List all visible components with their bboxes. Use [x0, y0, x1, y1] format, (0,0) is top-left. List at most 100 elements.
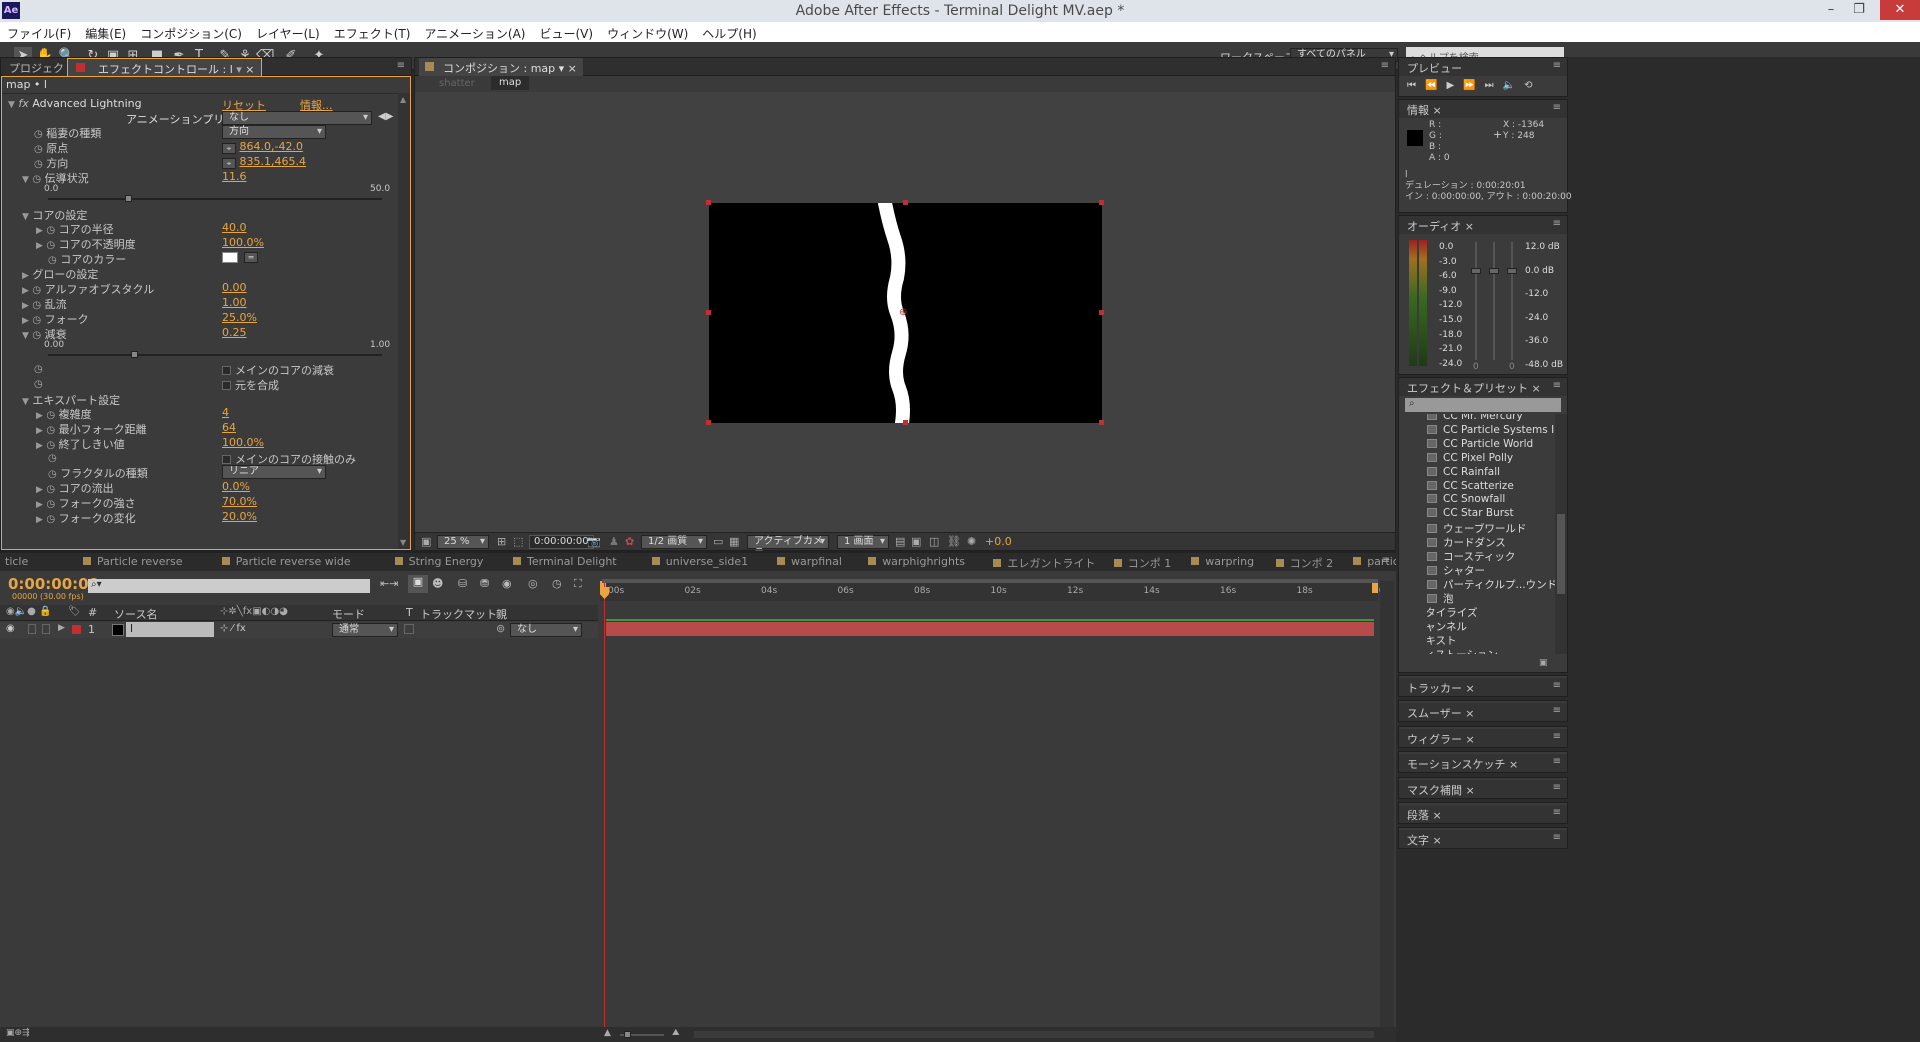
draft-3d-icon[interactable]: ▣	[408, 575, 428, 593]
stopwatch-icon[interactable]: ◷	[46, 425, 55, 436]
kind-dropdown[interactable]: 方向	[222, 125, 326, 139]
panel-menu-icon[interactable]: ≡	[1553, 218, 1561, 229]
expand-triangle-icon[interactable]: ▶	[22, 271, 29, 281]
fork-var-value[interactable]: 20.0%	[222, 510, 257, 525]
panel-menu-icon[interactable]: ≡	[1553, 60, 1561, 71]
panel-menu-icon[interactable]: ≡	[1553, 380, 1561, 391]
first-frame-icon[interactable]: ⏮	[1407, 80, 1425, 91]
timeline-tab[interactable]: Terminal Delight	[508, 553, 622, 571]
collapsed-panel[interactable]: 段落 × ≡	[1398, 802, 1568, 824]
main-core-only-checkbox[interactable]	[222, 455, 231, 464]
panel-menu-icon[interactable]: ≡	[1553, 832, 1561, 843]
expand-triangle-icon[interactable]: ▶	[22, 286, 29, 296]
layer-handle[interactable]	[706, 310, 711, 315]
effect-list-item[interactable]: CC Mr. Mercury	[1427, 414, 1523, 424]
panel-menu-icon[interactable]: ≡	[1381, 60, 1389, 71]
conduct-slider[interactable]	[48, 195, 382, 202]
timeline-search-input[interactable]: ⌕▾	[88, 579, 370, 593]
restore-icon[interactable]: ❐	[1846, 0, 1872, 20]
parent-dropdown[interactable]: なし	[510, 623, 582, 637]
expand-triangle-icon[interactable]: ▼	[22, 331, 29, 341]
core-color-swatch[interactable]	[222, 252, 238, 263]
fx-icon[interactable]: fx	[18, 97, 28, 110]
stopwatch-icon[interactable]: ◷	[34, 144, 43, 155]
scrollbar[interactable]: ▲ ▼	[398, 93, 410, 549]
close-icon[interactable]: ✕	[1880, 0, 1920, 20]
comp-canvas[interactable]: ⊕	[706, 200, 1104, 425]
mask-icon[interactable]: ⬚	[513, 535, 523, 548]
stopwatch-icon[interactable]: ◷	[48, 469, 57, 480]
scroll-down-icon[interactable]: ▼	[400, 538, 406, 547]
layer-switches-icon[interactable]: ⊹ ⁄ fx	[220, 623, 246, 634]
stopwatch-icon[interactable]: ◷	[32, 285, 41, 296]
views-dropdown[interactable]: 1 画面	[837, 535, 889, 549]
loop-icon[interactable]: ⟲	[1524, 80, 1541, 91]
stopwatch-icon[interactable]: ◷	[46, 410, 55, 421]
chevron-down-icon[interactable]: ▾	[236, 63, 242, 76]
region-icon[interactable]: ▭	[713, 535, 723, 548]
effect-list-item[interactable]: カードダンス	[1427, 535, 1506, 549]
solo-toggle[interactable]	[42, 624, 50, 634]
toggle-pixel-icon[interactable]: ▤	[895, 535, 905, 548]
effect-list-item[interactable]: CC Rainfall	[1427, 466, 1500, 480]
collapsed-panel[interactable]: 文字 × ≡	[1398, 827, 1568, 850]
zoom-in-icon[interactable]: ⛰	[672, 1028, 680, 1038]
tab-composition[interactable]: コンポジション : map ▾ ×	[419, 58, 583, 76]
transparency-grid-icon[interactable]: ▦	[729, 535, 739, 548]
fader-knob[interactable]	[1471, 268, 1481, 274]
close-tab-icon[interactable]: ×	[568, 62, 577, 75]
crumb-shatter[interactable]: shatter	[439, 78, 475, 89]
graph-editor-icon[interactable]: ◎	[528, 577, 538, 590]
decay-value[interactable]: 0.25	[222, 326, 247, 341]
alpha-value[interactable]: 0.00	[222, 281, 247, 296]
core-group-row[interactable]: ▼ コアの設定	[22, 207, 87, 222]
expand-triangle-icon[interactable]: ▶	[36, 226, 43, 236]
preset-nav-arrows-icon[interactable]: ◀▶	[378, 111, 393, 126]
frame-blend-icon[interactable]: ⛁	[458, 577, 467, 590]
channel-icon[interactable]: ✿	[625, 535, 634, 548]
direction-value[interactable]: 835.1,465.4	[240, 155, 306, 168]
menu-help[interactable]: ヘルプ(H)	[695, 22, 763, 42]
slider-knob[interactable]	[124, 195, 132, 202]
layer-handle[interactable]	[1099, 310, 1104, 315]
label-color-box[interactable]	[72, 625, 81, 634]
timeline-tab[interactable]: warpring	[1186, 553, 1259, 571]
stopwatch-icon[interactable]: ◷	[34, 159, 43, 170]
effect-header-row[interactable]: ▼ fx Advanced Lightning	[8, 97, 142, 112]
min-fork-value[interactable]: 64	[222, 421, 236, 436]
expand-triangle-icon[interactable]: ▼	[8, 100, 15, 110]
render-icon[interactable]: ⛶	[574, 577, 582, 591]
about-link[interactable]: 情報...	[300, 97, 333, 112]
main-core-decay-checkbox[interactable]	[222, 366, 231, 375]
expand-triangle-icon[interactable]: ▼	[22, 397, 29, 407]
timeline-tab[interactable]: コンポ 2	[1271, 553, 1339, 571]
expand-triangle-icon[interactable]: ▶	[22, 316, 29, 326]
menu-layer[interactable]: レイヤー(L)	[249, 22, 327, 42]
menu-animation[interactable]: アニメーション(A)	[417, 22, 532, 42]
stopwatch-icon[interactable]: ◷	[34, 129, 43, 140]
expand-triangle-icon[interactable]: ▶	[36, 500, 43, 510]
chevron-down-icon[interactable]: ▾	[559, 62, 565, 75]
timeline-tab[interactable]: Particle reverse	[78, 553, 188, 571]
last-frame-icon[interactable]: ⏭	[1485, 80, 1503, 91]
scroll-up-icon[interactable]: ▲	[400, 95, 406, 104]
fork-value[interactable]: 25.0%	[222, 311, 257, 326]
resolution-dropdown[interactable]: 1/2 画質	[641, 535, 707, 549]
effect-list-item[interactable]: 泡	[1427, 591, 1454, 605]
stopwatch-icon[interactable]: ◷	[46, 484, 55, 495]
mode-dropdown[interactable]: 通常	[332, 623, 398, 637]
timeline-icon[interactable]: ◫	[929, 535, 939, 548]
eye-icon[interactable]: ◉	[6, 623, 15, 634]
crumb-map[interactable]: map	[491, 76, 530, 90]
effect-list-item[interactable]: CC Particle Systems II	[1427, 424, 1555, 438]
stopwatch-icon[interactable]: ◷	[46, 440, 55, 451]
stopwatch-icon[interactable]: ◷	[46, 514, 55, 525]
effect-folder[interactable]: ▶ テキスト	[1427, 633, 1456, 647]
effect-list-item[interactable]: CC Particle World	[1427, 438, 1533, 452]
preserve-transparency-toggle[interactable]	[404, 624, 414, 634]
panel-menu-icon[interactable]: ≡	[1382, 555, 1390, 566]
fractal-dropdown[interactable]: リニア	[222, 465, 326, 479]
threshold-value[interactable]: 100.0%	[222, 436, 264, 451]
stopwatch-icon[interactable]: ◷	[48, 453, 57, 464]
origin-value[interactable]: 864.0,-42.0	[240, 140, 303, 153]
